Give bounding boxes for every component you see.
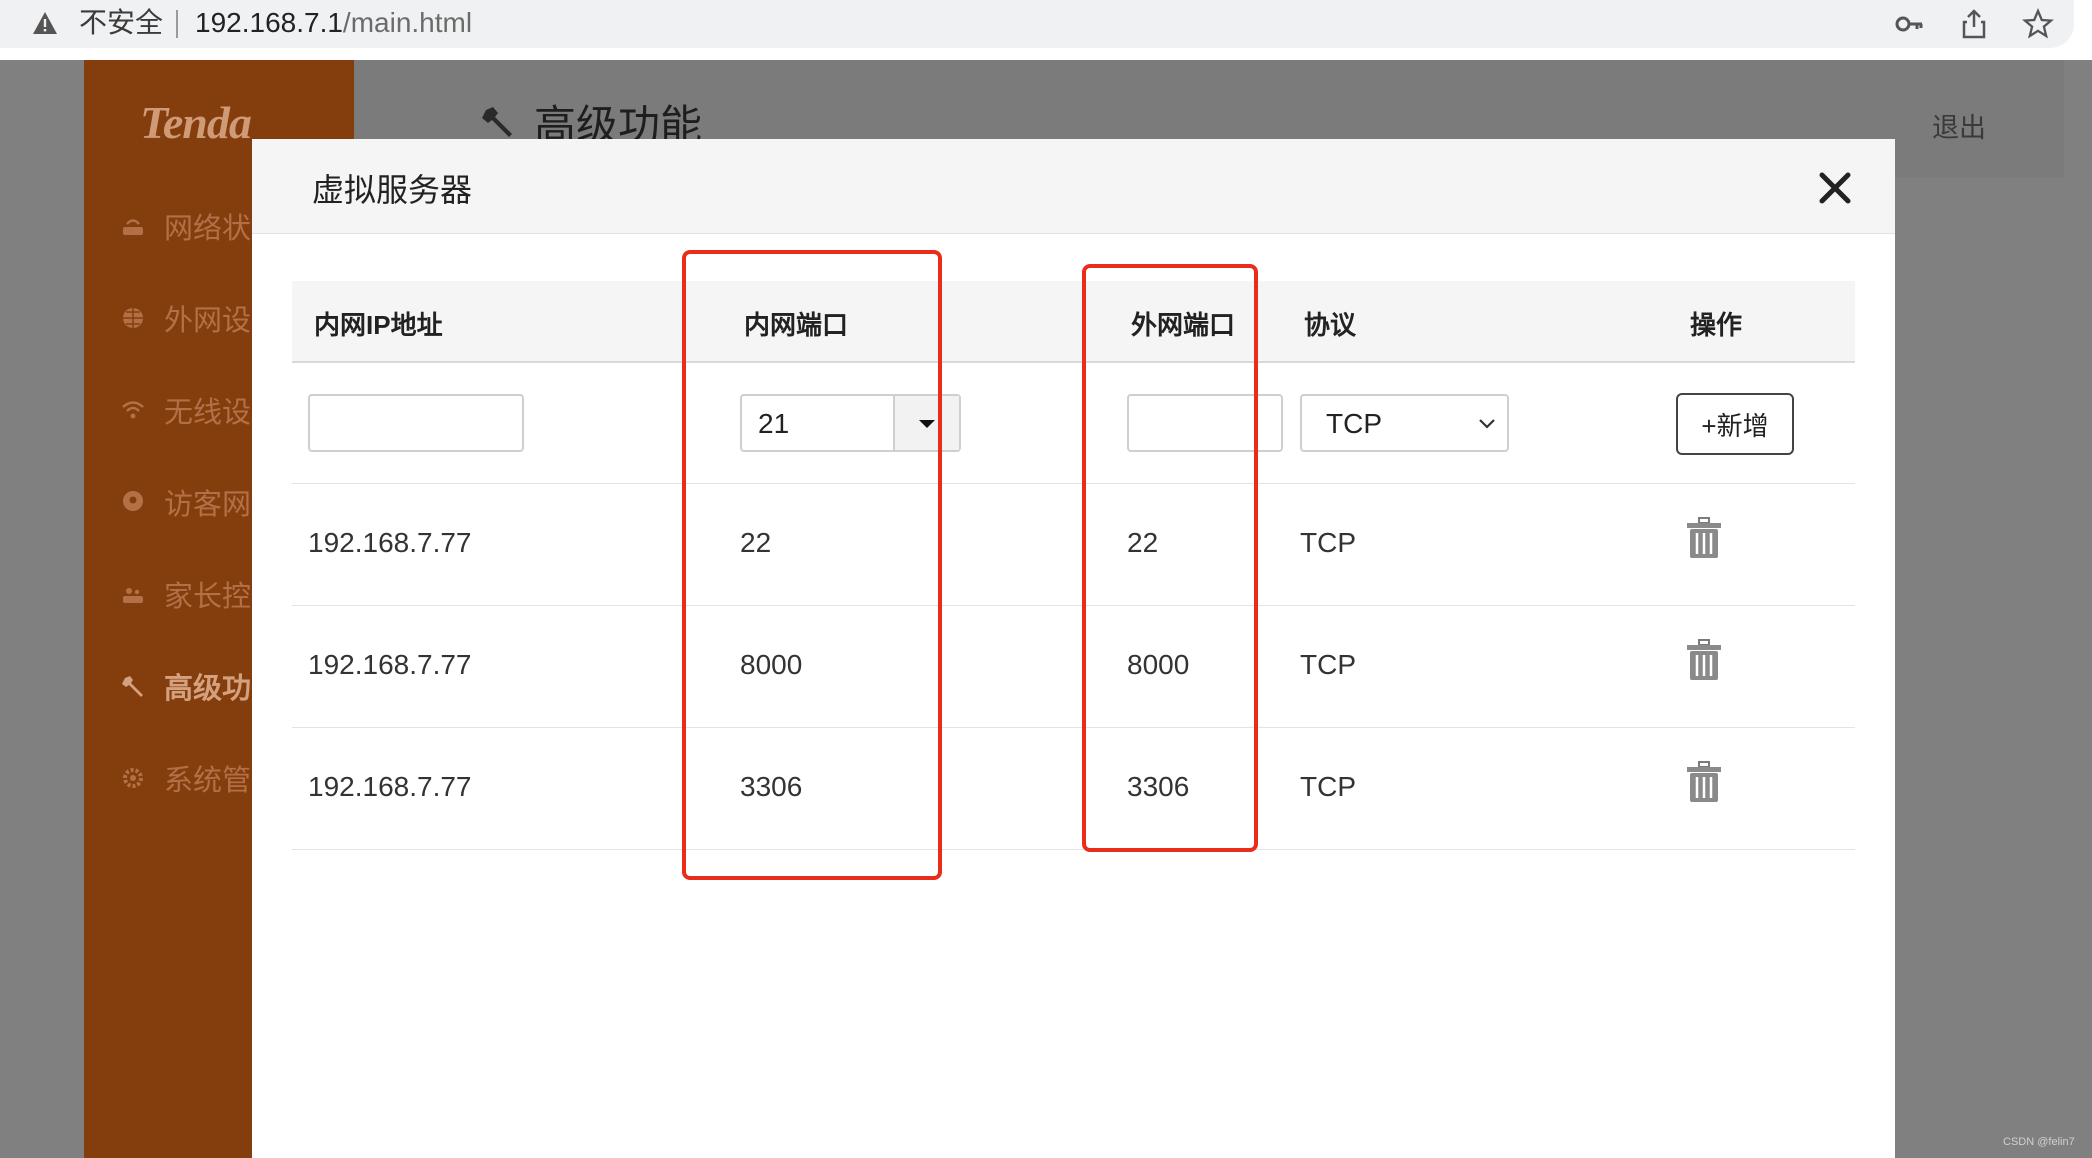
row-protocol: TCP	[1300, 527, 1356, 558]
watermark: CSDN @felin7	[2003, 1136, 2075, 1148]
row-lan-ip: 192.168.7.77	[308, 649, 472, 680]
browser-toolbar: 不安全 192.168.7.1/main.html	[0, 0, 2092, 60]
add-rule-button[interactable]: +新增	[1676, 393, 1794, 455]
parental-icon	[123, 588, 143, 603]
url-host: 192.168.7.1	[195, 7, 343, 38]
sidebar-item-label: 家长控制	[164, 581, 252, 613]
wrench-icon	[122, 676, 143, 697]
table-row: 192.168.7.77 3306 3306 TCP	[292, 727, 1855, 850]
trash-icon[interactable]	[1686, 517, 1722, 559]
sidebar-item-wan-settings[interactable]: 外网设置	[120, 296, 252, 340]
column-header-protocol: 协议	[1304, 310, 1357, 340]
table-row: 192.168.7.77 8000 8000 TCP	[292, 605, 1855, 728]
sidebar-item-label: 系统管理	[164, 765, 252, 797]
dialog-header: 虚拟服务器	[252, 139, 1895, 234]
column-header-lan-ip: 内网IP地址	[314, 310, 443, 340]
address-bar[interactable]: 不安全 192.168.7.1/main.html	[0, 0, 2074, 48]
row-lan-ip: 192.168.7.77	[308, 527, 472, 558]
sidebar-item-network-status[interactable]: 网络状态	[120, 204, 252, 248]
sidebar-item-wireless-settings[interactable]: 无线设置	[120, 388, 252, 432]
share-icon[interactable]	[1958, 8, 1990, 40]
dialog-title: 虚拟服务器	[312, 172, 473, 208]
sidebar-item-advanced[interactable]: 高级功能	[120, 664, 252, 708]
security-label[interactable]: 不安全	[79, 6, 163, 40]
guest-icon	[123, 491, 143, 511]
trash-icon[interactable]	[1686, 761, 1722, 803]
sidebar-item-label: 高级功能	[164, 673, 252, 705]
protocol-select[interactable]: TCP	[1300, 394, 1509, 452]
sidebar-item-label: 无线设置	[164, 397, 252, 429]
sidebar-item-parental-control[interactable]: 家长控制	[120, 572, 252, 616]
router-icon	[123, 219, 143, 235]
trash-icon[interactable]	[1686, 639, 1722, 681]
address-separator	[176, 10, 178, 38]
lan-port-annotation-box	[682, 250, 942, 880]
sidebar-item-system[interactable]: 系统管理	[120, 756, 252, 800]
globe-icon	[123, 308, 143, 328]
table-header: 内网IP地址 内网端口 外网端口 协议 操作	[292, 281, 1855, 363]
sidebar-item-label: 网络状态	[164, 213, 252, 245]
warning-icon[interactable]	[32, 10, 58, 36]
table-row: 192.168.7.77 22 22 TCP	[292, 483, 1855, 606]
close-icon[interactable]	[1818, 171, 1852, 205]
column-header-action: 操作	[1690, 310, 1743, 340]
star-icon[interactable]	[2022, 8, 2054, 40]
protocol-selected-value: TCP	[1326, 408, 1382, 439]
new-rule-form: 21 TCP +新增	[292, 361, 1855, 484]
wifi-icon	[122, 401, 144, 419]
row-lan-ip: 192.168.7.77	[308, 771, 472, 802]
row-protocol: TCP	[1300, 649, 1356, 680]
sidebar-item-label: 访客网络	[164, 489, 252, 521]
chevron-down-icon	[1479, 419, 1495, 429]
wrench-icon	[482, 107, 512, 137]
row-protocol: TCP	[1300, 771, 1356, 802]
sidebar-item-label: 外网设置	[164, 305, 252, 337]
url-text[interactable]: 192.168.7.1/main.html	[195, 6, 472, 40]
virtual-server-dialog: 虚拟服务器 内网IP地址 内网端口 外网端口 协议 操作 21 TCP +新增 …	[252, 139, 1895, 1158]
tenda-logo: Tenda	[140, 97, 252, 148]
gear-icon	[123, 768, 143, 788]
lan-ip-input[interactable]	[308, 394, 524, 452]
logout-link[interactable]: 退出	[1932, 106, 1986, 145]
url-path: /main.html	[342, 7, 473, 38]
key-icon[interactable]	[1893, 8, 1925, 40]
wan-port-annotation-box	[1082, 264, 1258, 852]
sidebar-item-guest-network[interactable]: 访客网络	[120, 480, 252, 524]
